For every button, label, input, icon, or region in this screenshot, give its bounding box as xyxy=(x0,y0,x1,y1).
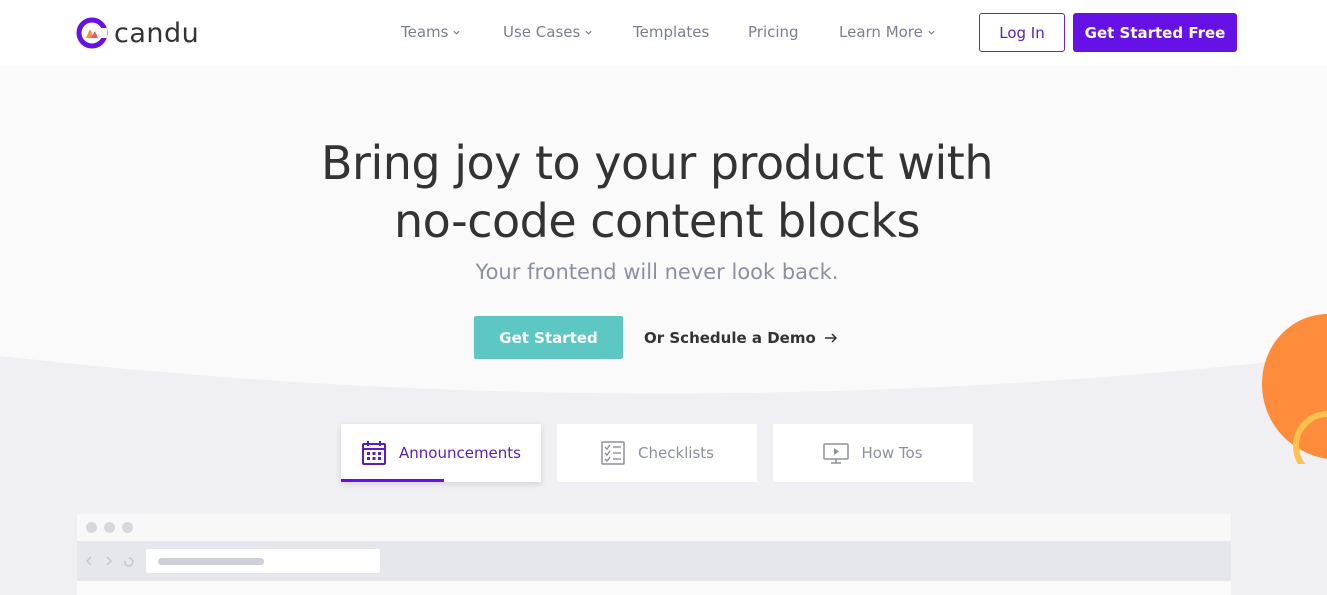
schedule-demo-link[interactable]: Or Schedule a Demo xyxy=(644,329,838,347)
hero-title-line-1: Bring joy to your product with xyxy=(321,136,994,190)
get-started-free-button[interactable]: Get Started Free xyxy=(1073,13,1237,52)
nav-pricing-label: Pricing xyxy=(748,23,799,41)
nav-use-cases-label: Use Cases xyxy=(503,23,581,41)
get-started-button[interactable]: Get Started xyxy=(474,316,623,359)
browser-titlebar xyxy=(77,514,1231,541)
tab-how-tos[interactable]: How Tos xyxy=(773,424,973,482)
nav-use-cases[interactable]: Use Cases xyxy=(503,23,593,41)
chevron-down-icon xyxy=(585,30,592,35)
logo[interactable]: candu xyxy=(76,16,199,50)
address-bar xyxy=(146,549,380,573)
nav-pricing[interactable]: Pricing xyxy=(748,23,799,41)
hero-title-line-2: no-code content blocks xyxy=(393,194,921,248)
chevron-down-icon xyxy=(453,30,461,35)
checklist-icon xyxy=(601,441,625,465)
nav-templates-label: Templates xyxy=(633,23,710,41)
calendar-icon xyxy=(362,441,386,465)
tab-announcements[interactable]: Announcements xyxy=(341,424,541,482)
site-header: candu Teams Use Cases Templates Pricing … xyxy=(0,0,1327,66)
nav-templates[interactable]: Templates xyxy=(633,23,709,41)
tab-how-tos-label: How Tos xyxy=(861,444,923,462)
hero-subtitle: Your frontend will never look back. xyxy=(475,260,839,284)
browser-content xyxy=(77,581,1231,595)
candu-logo-icon xyxy=(76,17,108,49)
arrow-right-icon xyxy=(824,333,837,343)
browser-nav-icons xyxy=(86,556,134,567)
window-dot xyxy=(122,522,133,533)
login-button[interactable]: Log In xyxy=(979,13,1065,52)
logo-text: candu xyxy=(114,17,200,49)
chevron-down-icon xyxy=(928,30,935,35)
browser-toolbar xyxy=(77,541,1231,581)
window-dot xyxy=(104,522,115,533)
schedule-demo-label: Or Schedule a Demo xyxy=(644,329,816,347)
decorative-orange-blob xyxy=(1262,314,1327,464)
browser-mockup xyxy=(77,514,1231,595)
hero-title: Bring joy to your product with no-code c… xyxy=(0,134,1314,250)
tab-announcements-label: Announcements xyxy=(399,444,521,462)
active-tab-indicator xyxy=(341,479,444,482)
tab-checklists[interactable]: Checklists xyxy=(557,424,757,482)
window-dot xyxy=(86,522,97,533)
nav-teams-label: Teams xyxy=(401,23,449,41)
monitor-play-icon xyxy=(823,443,850,464)
tab-checklists-label: Checklists xyxy=(638,444,714,462)
address-placeholder-line xyxy=(158,558,264,565)
nav-learn-more-label: Learn More xyxy=(839,23,923,41)
nav-teams[interactable]: Teams xyxy=(401,23,461,41)
nav-learn-more[interactable]: Learn More xyxy=(839,23,936,41)
